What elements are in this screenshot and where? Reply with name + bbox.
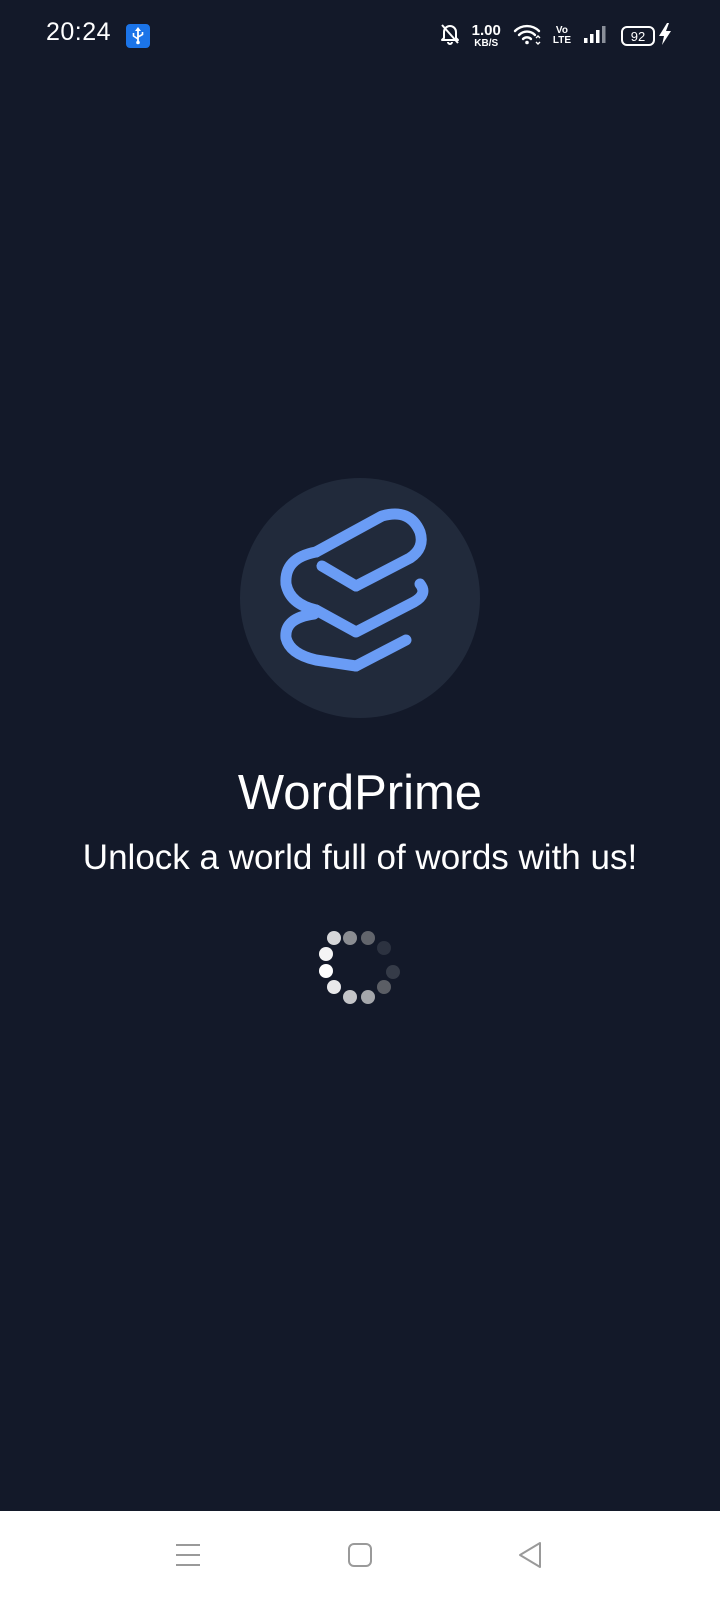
charging-icon — [658, 23, 672, 49]
battery-level: 92 — [621, 26, 655, 46]
signal-icon — [583, 24, 609, 48]
battery-indicator: 92 — [621, 23, 672, 49]
volte-indicator: Vo LTE — [553, 26, 571, 46]
spinner-icon — [310, 930, 410, 1030]
net-speed-value: 1.00 — [471, 22, 501, 39]
status-time: 20:24 — [46, 18, 112, 46]
bell-off-icon — [440, 23, 460, 49]
net-speed-unit: KB/S — [474, 38, 499, 49]
app-title: WordPrime — [237, 766, 483, 820]
app-logo — [240, 478, 480, 718]
back-icon[interactable] — [512, 1537, 548, 1573]
volte-bottom: LTE — [552, 35, 571, 46]
home-icon[interactable] — [342, 1537, 378, 1573]
menu-icon[interactable] — [170, 1537, 206, 1573]
app-tagline: Unlock a world full of words with us! — [82, 838, 638, 877]
status-bar: 20:24 1.00 KB/S Vo LTE 92 — [0, 0, 720, 72]
splash-screen: 20:24 1.00 KB/S Vo LTE 92 WordPrime Unlo… — [0, 0, 720, 1600]
net-speed: 1.00 KB/S — [472, 23, 501, 49]
wifi-icon — [513, 23, 541, 49]
usb-icon — [126, 24, 150, 48]
status-icons: 1.00 KB/S Vo LTE 92 — [440, 20, 672, 52]
navigation-bar — [0, 1511, 720, 1600]
stacked-books-icon — [280, 508, 429, 672]
